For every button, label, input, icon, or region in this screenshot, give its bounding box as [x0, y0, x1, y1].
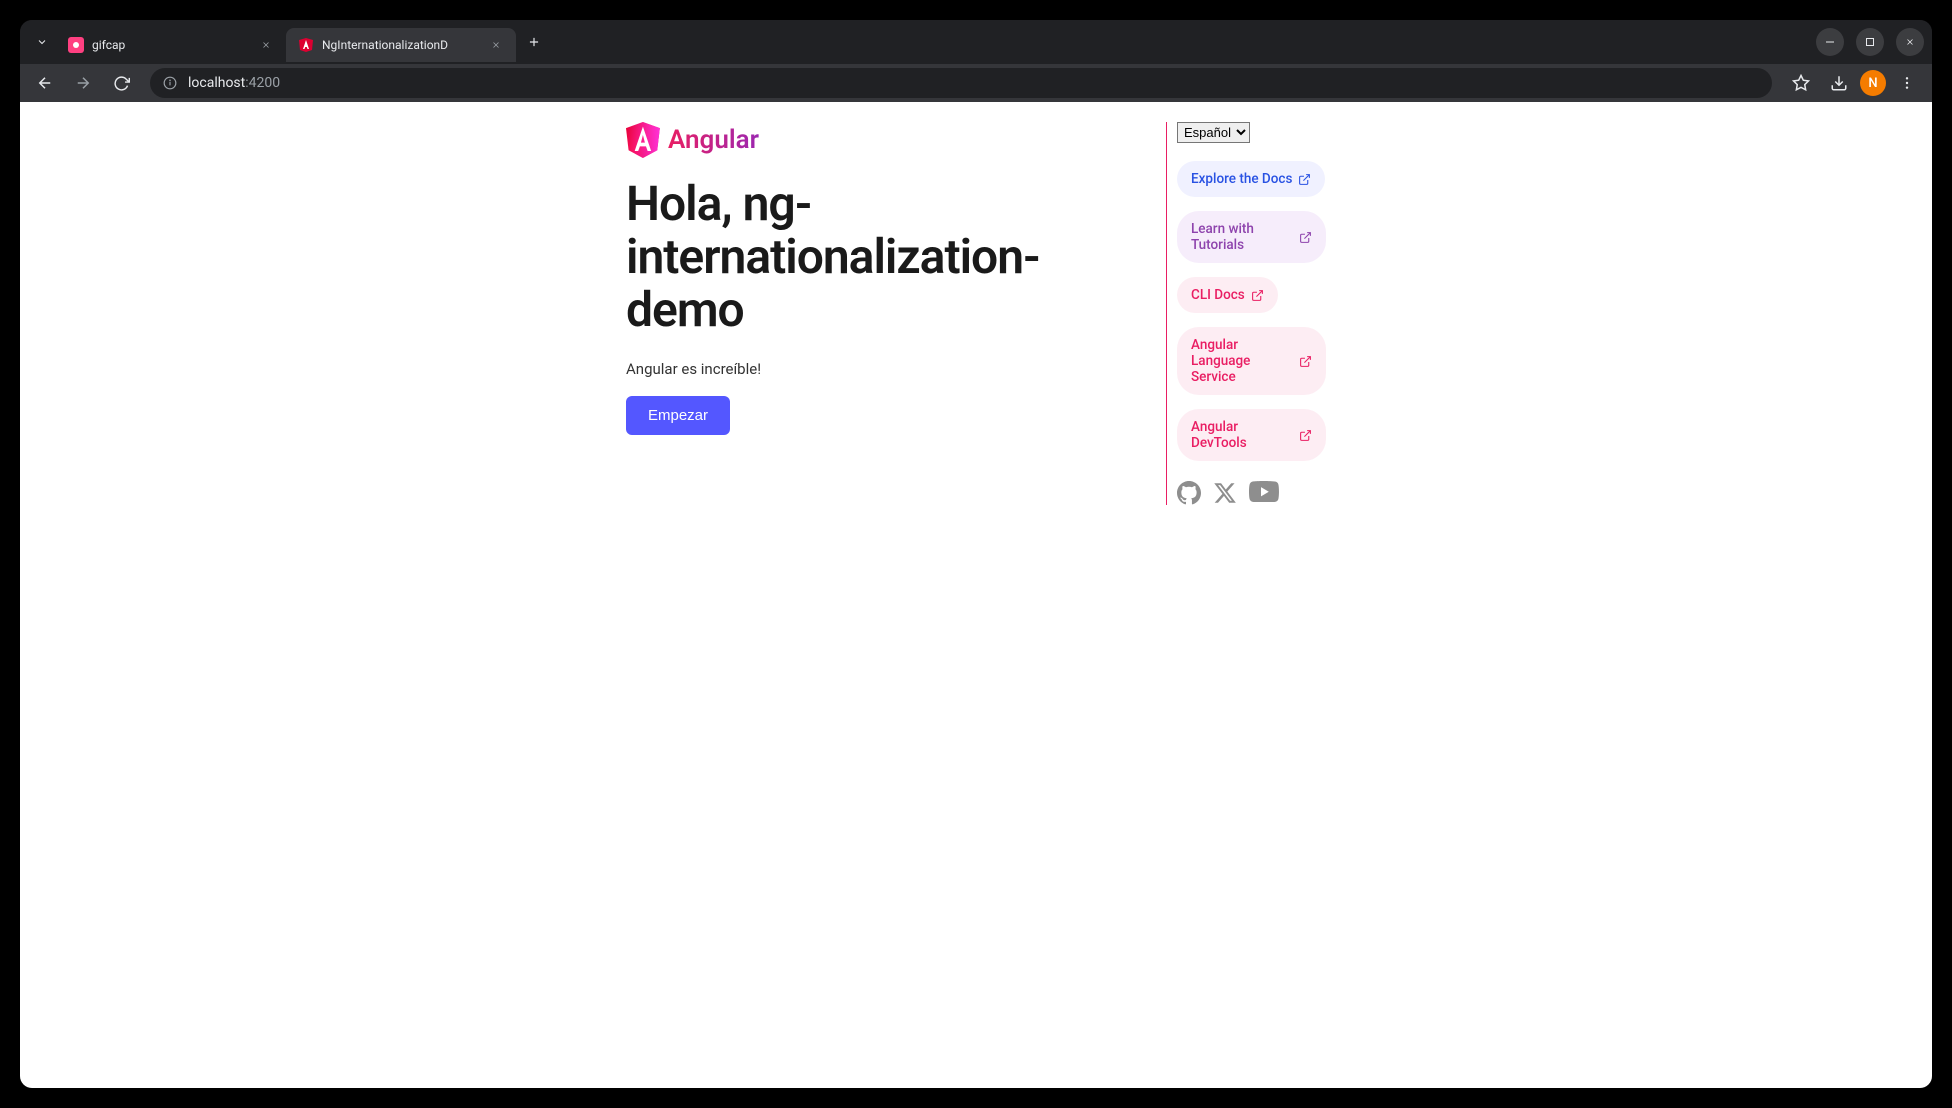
external-link-icon [1251, 289, 1264, 302]
get-started-button[interactable]: Empezar [626, 396, 730, 435]
tab-gifcap[interactable]: gifcap [56, 28, 286, 62]
external-link-icon [1299, 231, 1312, 244]
close-tab-icon[interactable] [488, 37, 504, 53]
browser-window: gifcap NgInternationalizationD [20, 20, 1932, 1088]
youtube-icon[interactable] [1249, 481, 1279, 505]
side-column: Español Explore the Docs Learn with Tuto… [1166, 122, 1326, 505]
link-language-service[interactable]: Angular Language Service [1177, 327, 1326, 395]
bookmark-button[interactable] [1784, 66, 1818, 100]
link-devtools[interactable]: Angular DevTools [1177, 409, 1326, 461]
site-info-icon[interactable] [162, 75, 178, 91]
page-heading: Hola, ng-internationalization-demo [626, 178, 1150, 336]
angular-shield-icon [626, 122, 660, 158]
angular-logo: Angular [626, 122, 1150, 158]
url-bar[interactable]: localhost:4200 [150, 68, 1772, 98]
tab-ng-internationalization[interactable]: NgInternationalizationD [286, 28, 516, 62]
window-controls [1804, 28, 1924, 56]
forward-button[interactable] [66, 66, 100, 100]
page-content: Angular Hola, ng-internationalization-de… [20, 102, 1932, 1088]
external-link-icon [1298, 173, 1311, 186]
minimize-button[interactable] [1816, 28, 1844, 56]
github-icon[interactable] [1177, 481, 1201, 505]
link-cli-docs[interactable]: CLI Docs [1177, 277, 1278, 313]
external-link-icon [1299, 429, 1312, 442]
angular-logo-text: Angular [668, 125, 759, 155]
url-text: localhost:4200 [188, 75, 280, 91]
new-tab-button[interactable] [520, 28, 548, 56]
profile-avatar[interactable]: N [1860, 70, 1886, 96]
external-link-icon [1299, 355, 1312, 368]
downloads-button[interactable] [1822, 66, 1856, 100]
page-subtitle: Angular es increíble! [626, 360, 1150, 378]
tab-bar: gifcap NgInternationalizationD [20, 20, 1932, 64]
close-tab-icon[interactable] [258, 37, 274, 53]
social-links [1177, 481, 1326, 505]
favicon-gifcap-icon [68, 37, 84, 53]
link-explore-docs[interactable]: Explore the Docs [1177, 161, 1325, 197]
link-learn-tutorials[interactable]: Learn with Tutorials [1177, 211, 1326, 263]
back-button[interactable] [28, 66, 62, 100]
reload-button[interactable] [104, 66, 138, 100]
tab-title: gifcap [92, 38, 250, 52]
tabs-dropdown-button[interactable] [28, 28, 56, 56]
menu-button[interactable] [1890, 66, 1924, 100]
resource-links: Explore the Docs Learn with Tutorials CL… [1177, 161, 1326, 461]
main-column: Angular Hola, ng-internationalization-de… [626, 122, 1150, 505]
x-twitter-icon[interactable] [1213, 481, 1237, 505]
language-select[interactable]: Español [1177, 122, 1250, 143]
maximize-button[interactable] [1856, 28, 1884, 56]
close-window-button[interactable] [1896, 28, 1924, 56]
favicon-angular-icon [298, 37, 314, 53]
address-bar: localhost:4200 N [20, 64, 1932, 102]
tab-title: NgInternationalizationD [322, 38, 480, 52]
